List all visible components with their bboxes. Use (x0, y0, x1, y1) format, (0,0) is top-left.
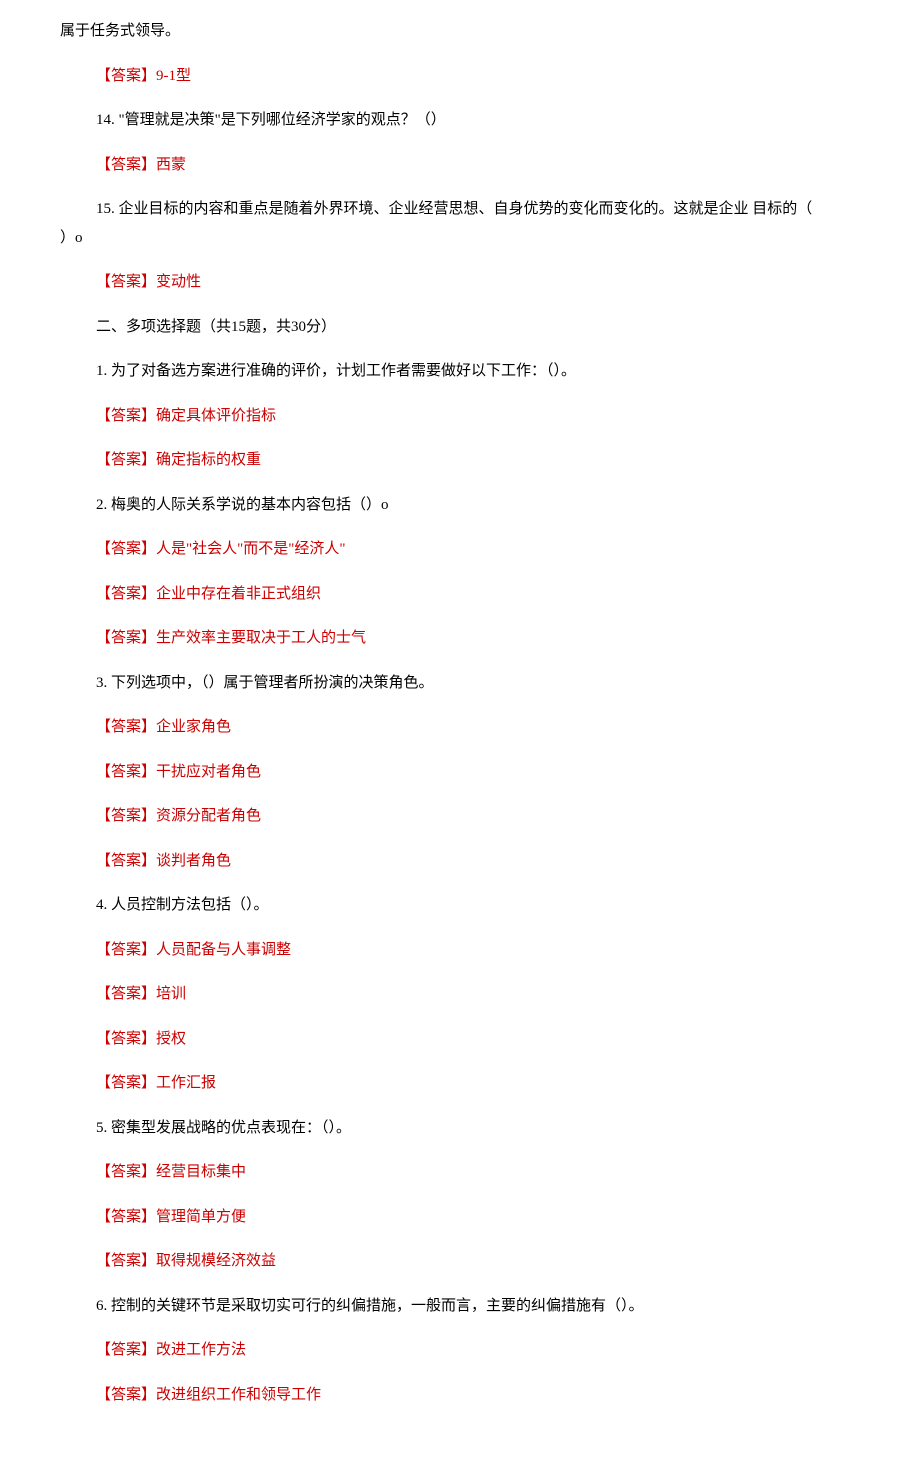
answer-line: 【答案】取得规模经济效益 (60, 1250, 860, 1273)
answer-line: 【答案】改进组织工作和领导工作 (60, 1384, 860, 1407)
answer-text: 企业家角色 (156, 719, 231, 735)
answer-line: 【答案】企业家角色 (60, 716, 860, 739)
question-text: 2. 梅奥的人际关系学说的基本内容包括（）o (96, 497, 389, 513)
answer-line: 【答案】谈判者角色 (60, 850, 860, 873)
answer-line: 【答案】西蒙 (60, 154, 860, 177)
answer-text: 管理简单方便 (156, 1209, 246, 1225)
answer-text: 谈判者角色 (156, 853, 231, 869)
question-text: 6. 控制的关键环节是采取切实可行的纠偏措施，一般而言，主要的纠偏措施有（）。 (96, 1298, 644, 1314)
answer-line: 【答案】授权 (60, 1028, 860, 1051)
answer-tag: 【答案】 (96, 986, 156, 1002)
question-line: 5. 密集型发展战略的优点表现在：（）。 (60, 1117, 860, 1140)
answer-text: 授权 (156, 1031, 186, 1047)
question-line: 14. "管理就是决策"是下列哪位经济学家的观点？（） (60, 109, 860, 132)
answer-line: 【答案】改进工作方法 (60, 1339, 860, 1362)
question-line: 4. 人员控制方法包括（）。 (60, 894, 860, 917)
section-heading: 二、多项选择题（共15题，共30分） (60, 316, 860, 339)
question-text: 1. 为了对备选方案进行准确的评价，计划工作者需要做好以下工作：（）。 (96, 363, 576, 379)
answer-line: 【答案】经营目标集中 (60, 1161, 860, 1184)
answer-tag: 【答案】 (96, 630, 156, 646)
answer-text: 西蒙 (156, 157, 186, 173)
heading-text: 二、多项选择题（共15题，共30分） (96, 319, 336, 335)
question-text: 15. 企业目标的内容和重点是随着外界环境、企业经营思想、自身优势的变化而变化的… (96, 201, 812, 217)
question-line: 2. 梅奥的人际关系学说的基本内容包括（）o (60, 494, 860, 517)
answer-line: 【答案】资源分配者角色 (60, 805, 860, 828)
question-line: 15. 企业目标的内容和重点是随着外界环境、企业经营思想、自身优势的变化而变化的… (60, 198, 860, 221)
answer-text: 人员配备与人事调整 (156, 942, 291, 958)
answer-tag: 【答案】 (96, 1342, 156, 1358)
answer-text: 改进工作方法 (156, 1342, 246, 1358)
answer-line: 【答案】企业中存在着非正式组织 (60, 583, 860, 606)
answer-line: 【答案】确定具体评价指标 (60, 405, 860, 428)
answer-tag: 【答案】 (96, 1164, 156, 1180)
question-line: 3. 下列选项中，（）属于管理者所扮演的决策角色。 (60, 672, 860, 695)
question-line-cont: ）o (60, 227, 860, 250)
question-line: 1. 为了对备选方案进行准确的评价，计划工作者需要做好以下工作：（）。 (60, 360, 860, 383)
question-line: 6. 控制的关键环节是采取切实可行的纠偏措施，一般而言，主要的纠偏措施有（）。 (60, 1295, 860, 1318)
answer-text: 9-1型 (156, 68, 191, 84)
answer-text: 生产效率主要取决于工人的士气 (156, 630, 366, 646)
answer-tag: 【答案】 (96, 274, 156, 290)
question-text: 14. "管理就是决策"是下列哪位经济学家的观点？（） (96, 112, 446, 128)
answer-line: 【答案】管理简单方便 (60, 1206, 860, 1229)
answer-line: 【答案】人是"社会人"而不是"经济人" (60, 538, 860, 561)
question-text: ）o (60, 230, 83, 246)
answer-text: 确定具体评价指标 (156, 408, 276, 424)
answer-tag: 【答案】 (96, 408, 156, 424)
answer-tag: 【答案】 (96, 853, 156, 869)
answer-line: 【答案】工作汇报 (60, 1072, 860, 1095)
answer-tag: 【答案】 (96, 1075, 156, 1091)
answer-text: 人是"社会人"而不是"经济人" (156, 541, 346, 557)
answer-line: 【答案】9-1型 (60, 65, 860, 88)
question-text: 4. 人员控制方法包括（）。 (96, 897, 269, 913)
answer-text: 改进组织工作和领导工作 (156, 1387, 321, 1403)
answer-text: 培训 (156, 986, 186, 1002)
answer-text: 企业中存在着非正式组织 (156, 586, 321, 602)
answer-tag: 【答案】 (96, 157, 156, 173)
answer-tag: 【答案】 (96, 586, 156, 602)
answer-text: 干扰应对者角色 (156, 764, 261, 780)
answer-line: 【答案】变动性 (60, 271, 860, 294)
answer-tag: 【答案】 (96, 719, 156, 735)
answer-tag: 【答案】 (96, 808, 156, 824)
answer-text: 确定指标的权重 (156, 452, 261, 468)
question-text: 5. 密集型发展战略的优点表现在：（）。 (96, 1120, 351, 1136)
answer-line: 【答案】人员配备与人事调整 (60, 939, 860, 962)
answer-tag: 【答案】 (96, 68, 156, 84)
question-text: 3. 下列选项中，（）属于管理者所扮演的决策角色。 (96, 675, 434, 691)
answer-text: 变动性 (156, 274, 201, 290)
answer-tag: 【答案】 (96, 942, 156, 958)
answer-text: 经营目标集中 (156, 1164, 246, 1180)
answer-tag: 【答案】 (96, 1031, 156, 1047)
answer-line: 【答案】培训 (60, 983, 860, 1006)
answer-tag: 【答案】 (96, 764, 156, 780)
answer-tag: 【答案】 (96, 452, 156, 468)
answer-line: 【答案】生产效率主要取决于工人的士气 (60, 627, 860, 650)
answer-tag: 【答案】 (96, 541, 156, 557)
question-text: 属于任务式领导。 (60, 23, 180, 39)
answer-tag: 【答案】 (96, 1387, 156, 1403)
answer-line: 【答案】确定指标的权重 (60, 449, 860, 472)
answer-tag: 【答案】 (96, 1253, 156, 1269)
answer-text: 资源分配者角色 (156, 808, 261, 824)
answer-text: 取得规模经济效益 (156, 1253, 276, 1269)
text-line: 属于任务式领导。 (60, 20, 860, 43)
answer-text: 工作汇报 (156, 1075, 216, 1091)
answer-tag: 【答案】 (96, 1209, 156, 1225)
answer-line: 【答案】干扰应对者角色 (60, 761, 860, 784)
